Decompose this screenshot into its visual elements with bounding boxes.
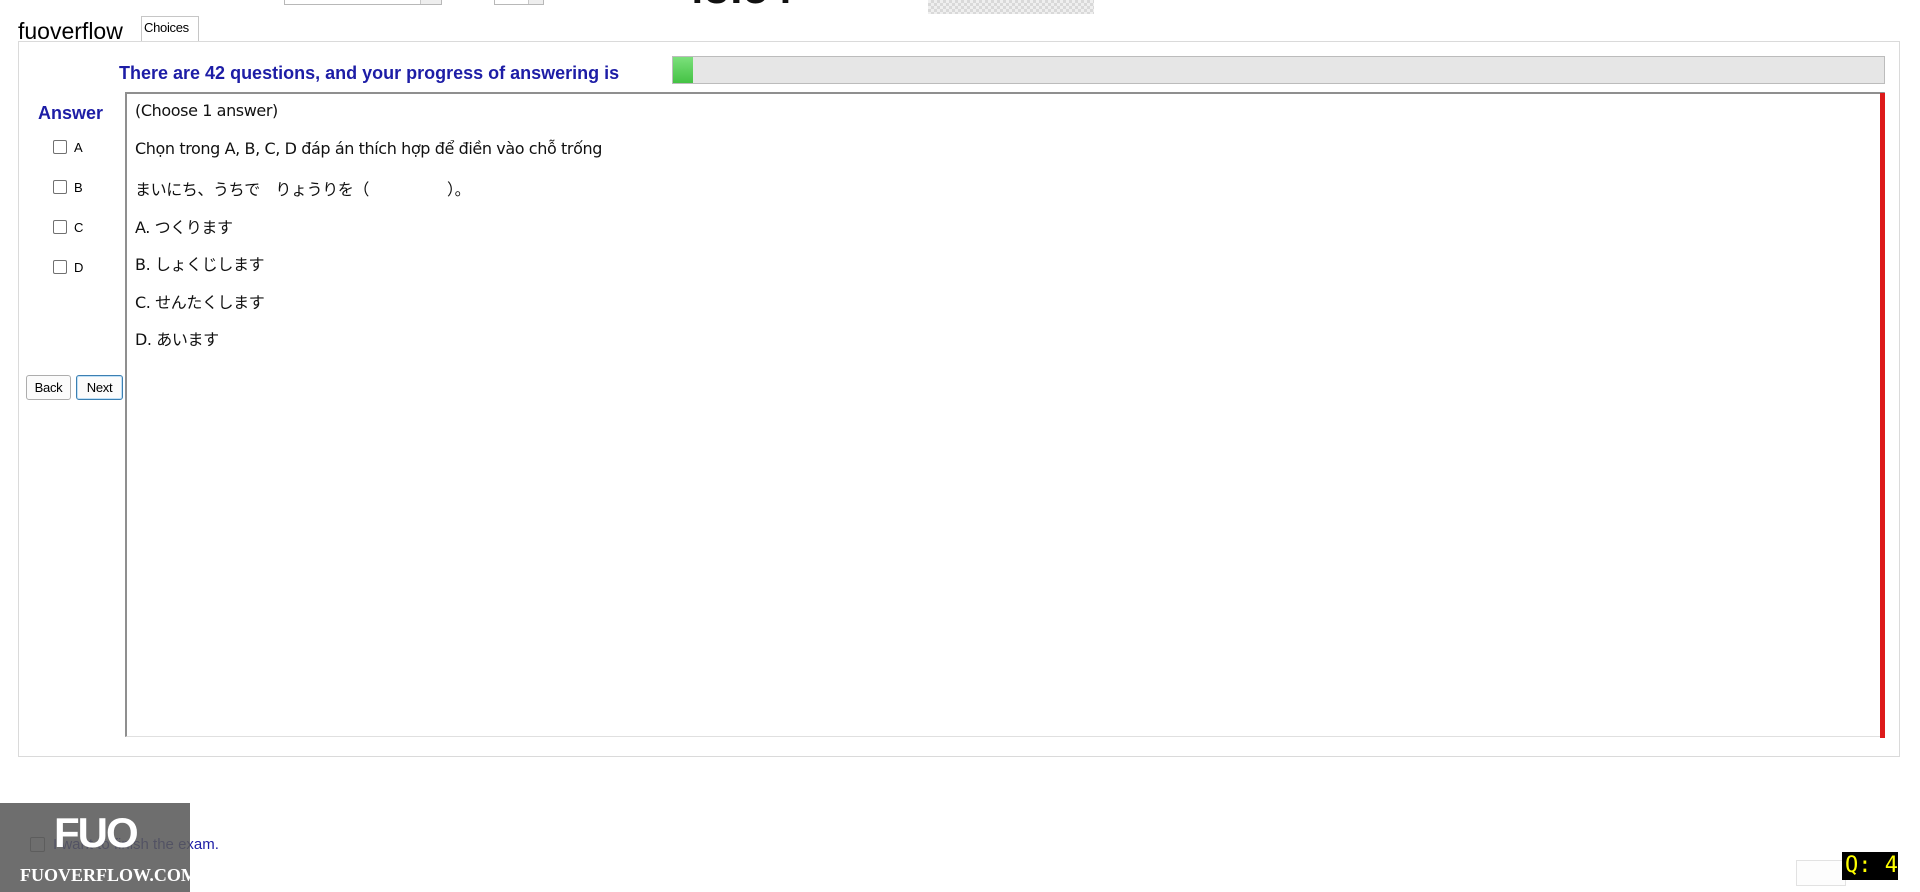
question-directions: Chọn trong A, B, C, D đáp án thích hợp đ… — [135, 139, 602, 158]
option-b-label: B — [74, 179, 83, 195]
exit-button[interactable] — [1796, 860, 1846, 886]
progress-bar — [672, 56, 1885, 84]
question-choice-c: C. せんたくします — [135, 293, 265, 312]
question-choice-d: D. あいます — [135, 330, 219, 349]
question-choice-a: A. つくります — [135, 218, 233, 237]
next-button[interactable]: Next — [76, 375, 123, 400]
watermark: FUO FUOVERFLOW.COM — [0, 803, 198, 892]
option-c-checkbox[interactable] — [53, 220, 67, 234]
option-a[interactable]: A — [53, 138, 83, 156]
top-checker-pattern — [928, 0, 1094, 14]
option-d-label: D — [74, 259, 84, 275]
progress-label: There are 42 questions, and your progres… — [119, 63, 620, 83]
small-dropdown-arrow-icon[interactable] — [528, 0, 543, 4]
option-a-label: A — [74, 139, 83, 155]
question-choice-b: B. しょくじします — [135, 255, 265, 274]
question-sentence: まいにち、うちで りょうりを（ ）。 — [135, 180, 471, 199]
option-c-label: C — [74, 219, 84, 235]
tab-choices[interactable]: Choices — [141, 16, 199, 42]
timer: 43:54 — [680, 0, 840, 12]
question-instruction: (Choose 1 answer) — [135, 101, 278, 120]
option-c[interactable]: C — [53, 218, 83, 236]
option-a-checkbox[interactable] — [53, 140, 67, 154]
question-marker-bar — [1880, 93, 1885, 738]
top-dropdown[interactable] — [284, 0, 442, 5]
watermark-logo: FUO — [54, 809, 139, 856]
dropdown-arrow-icon[interactable] — [420, 0, 441, 4]
watermark-site: FUOVERFLOW.COM — [20, 865, 198, 885]
exam-window: 43:54 fuoverflow Choices There are 42 qu… — [0, 0, 1920, 892]
option-d-checkbox[interactable] — [53, 260, 67, 274]
back-button[interactable]: Back — [26, 375, 71, 400]
option-b[interactable]: B — [53, 178, 83, 196]
option-d[interactable]: D — [53, 258, 83, 276]
option-b-checkbox[interactable] — [53, 180, 67, 194]
answer-title: Answer — [38, 103, 104, 123]
question-counter: Q: 4 — [1842, 852, 1898, 880]
progress-fill — [673, 57, 694, 83]
